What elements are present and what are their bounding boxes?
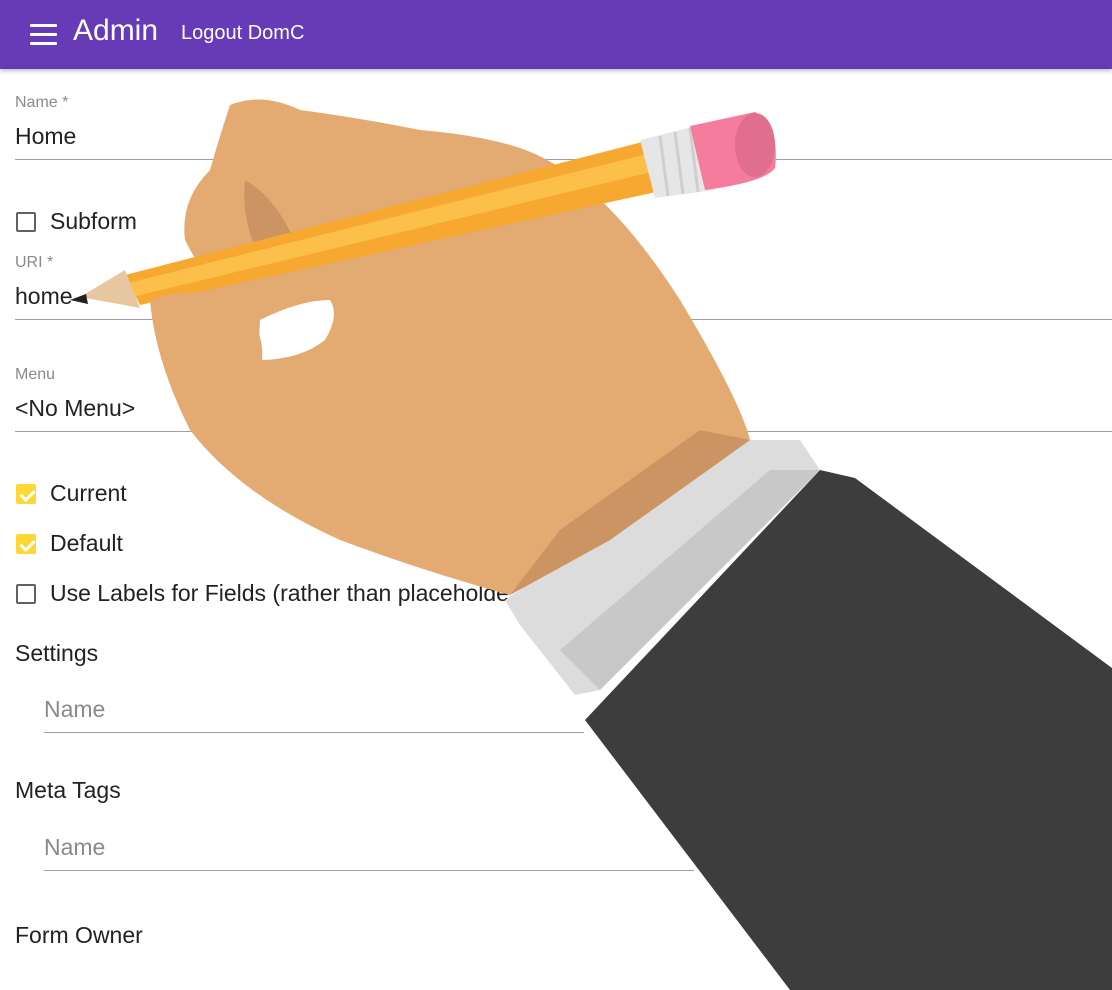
current-label[interactable]: Current <box>50 480 127 507</box>
meta-tags-name-underline <box>44 870 694 871</box>
settings-heading: Settings <box>15 640 99 666</box>
name-field[interactable]: Home <box>15 123 76 150</box>
form-owner-heading: Form Owner <box>15 922 143 948</box>
default-label[interactable]: Default <box>50 530 123 557</box>
use-labels-checkbox[interactable] <box>16 584 36 604</box>
uri-field-label: URI * <box>15 254 54 271</box>
uri-field-underline <box>15 319 1112 320</box>
name-field-underline <box>15 159 1112 160</box>
use-labels-label[interactable]: Use Labels for Fields (rather than place… <box>50 580 509 607</box>
settings-name-underline <box>44 732 584 733</box>
uri-field[interactable]: home <box>15 283 73 310</box>
current-checkbox[interactable] <box>16 484 36 504</box>
settings-name-input[interactable]: Name <box>44 696 105 723</box>
hand-with-pencil-illustration <box>70 99 1112 990</box>
menu-field-label: Menu <box>15 366 56 383</box>
hamburger-menu-icon[interactable] <box>30 24 58 46</box>
logout-link[interactable]: Logout DomC <box>181 22 304 45</box>
meta-tags-heading: Meta Tags <box>15 777 121 803</box>
top-app-bar: Admin Logout DomC <box>0 0 1112 69</box>
name-field-label: Name * <box>15 94 69 111</box>
menu-select[interactable]: <No Menu> <box>15 395 135 422</box>
subform-label[interactable]: Subform <box>50 208 137 235</box>
meta-tags-name-input[interactable]: Name <box>44 834 105 861</box>
default-checkbox[interactable] <box>16 534 36 554</box>
menu-select-underline <box>15 431 1112 432</box>
subform-checkbox[interactable] <box>16 212 36 232</box>
app-title: Admin <box>73 14 159 47</box>
